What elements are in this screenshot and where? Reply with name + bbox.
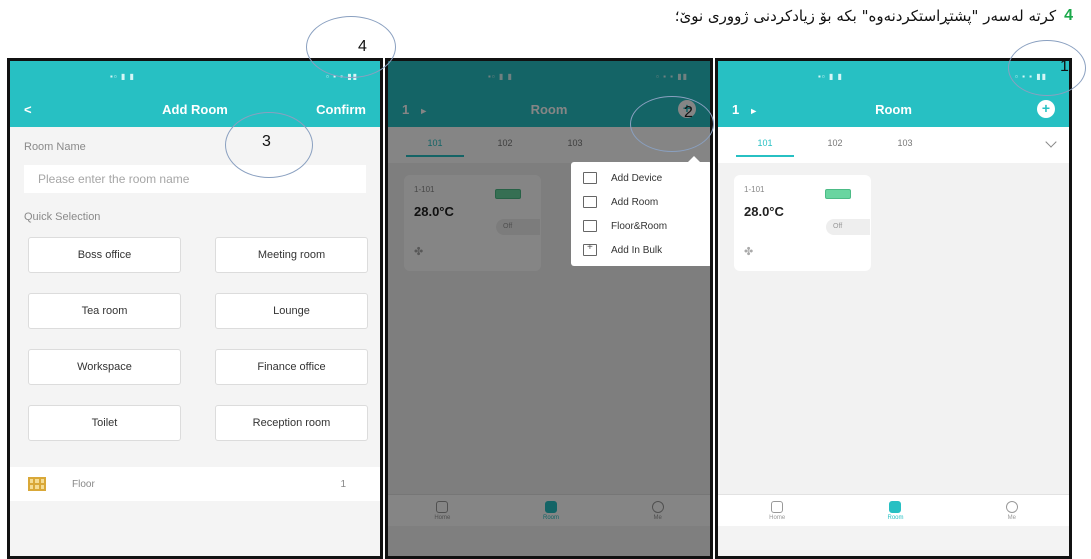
nav-home-label: Home (769, 514, 786, 521)
fan-icon: ✤ (744, 246, 754, 258)
page-title: Room (875, 101, 912, 117)
tab-103[interactable]: 103 (870, 127, 940, 163)
floor-selector-value: 1 (732, 101, 740, 117)
nav-home[interactable]: Home (769, 500, 786, 521)
quick-item-tea-room[interactable]: Tea room (28, 293, 181, 329)
quick-item-reception-room[interactable]: Reception room (215, 405, 368, 441)
confirm-button[interactable]: Confirm (316, 102, 366, 117)
back-button[interactable]: < (24, 102, 32, 117)
add-room-screen: ▪▫ ▮ ▮ ▫ ▪ ▪ ▮▮ < Add Room Confirm Room N… (7, 58, 383, 559)
nav-room[interactable]: Room (887, 500, 904, 521)
nav-me[interactable]: Me (1005, 500, 1018, 521)
building-icon (28, 477, 46, 491)
callout-number-1: 1 (1060, 58, 1069, 75)
instruction-line: 4 کرتە لەسەر "پشتڕاستکردنەوە" بکە بۆ زیا… (675, 6, 1073, 26)
quick-item-finance-office[interactable]: Finance office (215, 349, 368, 385)
nav-room-label: Room (887, 514, 904, 521)
menu-item-label: Add In Bulk (611, 244, 663, 256)
instruction-text: کرتە لەسەر "پشتڕاستکردنەوە" بکە بۆ زیادک… (674, 7, 1057, 25)
air-conditioner-icon (825, 189, 851, 199)
door-icon (583, 196, 597, 208)
device-icon (583, 172, 597, 184)
chevron-down-icon[interactable] (1045, 136, 1057, 148)
callout-number-4: 4 (358, 38, 367, 55)
quick-selection-grid: Boss office Meeting room Tea room Lounge… (10, 223, 380, 441)
room-tabs: 101 102 103 (718, 127, 1069, 163)
device-temperature: 28.0°C (744, 204, 784, 219)
add-plus-icon[interactable]: + (1037, 100, 1055, 118)
tutorial-canvas: 4 کرتە لەسەر "پشتڕاستکردنەوە" بکە بۆ زیا… (0, 0, 1091, 559)
quick-item-boss-office[interactable]: Boss office (28, 237, 181, 273)
quick-item-workspace[interactable]: Workspace (28, 349, 181, 385)
floor-value: 1 (340, 478, 346, 490)
menu-item-add-in-bulk[interactable]: Add In Bulk (571, 238, 710, 262)
signal-icon: ▪▫ ▮ ▮ (818, 71, 843, 81)
add-room-form: Room Name Quick Selection Boss office Me… (10, 127, 380, 556)
device-state-badge[interactable]: Off (826, 219, 870, 235)
callout-circle-4 (306, 16, 396, 78)
menu-item-add-room[interactable]: Add Room (571, 190, 710, 214)
signal-icon: ▪▫ ▮ ▮ (110, 71, 135, 81)
floor-selector[interactable]: 1 ► (732, 102, 758, 117)
room-icon (889, 500, 902, 513)
device-id: 1-101 (744, 185, 765, 194)
caret-right-icon: ► (749, 105, 759, 116)
bottom-nav: Home Room Me (718, 494, 1069, 526)
menu-item-label: Floor&Room (611, 220, 668, 232)
tab-102[interactable]: 102 (800, 127, 870, 163)
tab-101[interactable]: 101 (730, 127, 800, 163)
user-icon (1005, 500, 1018, 513)
callout-circle-2 (630, 96, 714, 152)
callout-number-3: 3 (262, 133, 271, 150)
menu-item-floor-room[interactable]: Floor&Room (571, 214, 710, 238)
quick-item-toilet[interactable]: Toilet (28, 405, 181, 441)
room-navbar: 1 ► Room + (718, 91, 1069, 127)
add-room-navbar: < Add Room Confirm (10, 91, 380, 127)
room-name-label: Room Name (24, 141, 86, 153)
home-icon (771, 500, 784, 513)
menu-item-label: Add Device (611, 172, 663, 184)
room-name-input[interactable] (24, 165, 366, 193)
room-content: 1-101 28.0°C Off ✤ (718, 163, 1069, 494)
device-card[interactable]: 1-101 28.0°C Off ✤ (734, 175, 871, 271)
callout-circle-1 (1008, 40, 1086, 96)
quick-selection-label: Quick Selection (24, 211, 101, 223)
floor-row[interactable]: Floor 1 (10, 467, 380, 501)
callout-number-2: 2 (684, 104, 693, 121)
menu-item-label: Add Room (611, 196, 659, 208)
quick-item-meeting-room[interactable]: Meeting room (215, 237, 368, 273)
quick-item-lounge[interactable]: Lounge (215, 293, 368, 329)
building-icon (583, 220, 597, 232)
menu-item-add-device[interactable]: Add Device (571, 166, 710, 190)
floor-label: Floor (72, 478, 95, 490)
nav-me-label: Me (1007, 514, 1016, 521)
instruction-number: 4 (1064, 7, 1073, 24)
add-popup-menu: Add Device Add Room Floor&Room Add In Bu… (571, 156, 710, 266)
room-screen: ▪▫ ▮ ▮ ▫ ▪ ▪ ▮▮ 1 ► Room + 101 102 103 1-1… (715, 58, 1072, 559)
add-box-icon (583, 242, 597, 256)
